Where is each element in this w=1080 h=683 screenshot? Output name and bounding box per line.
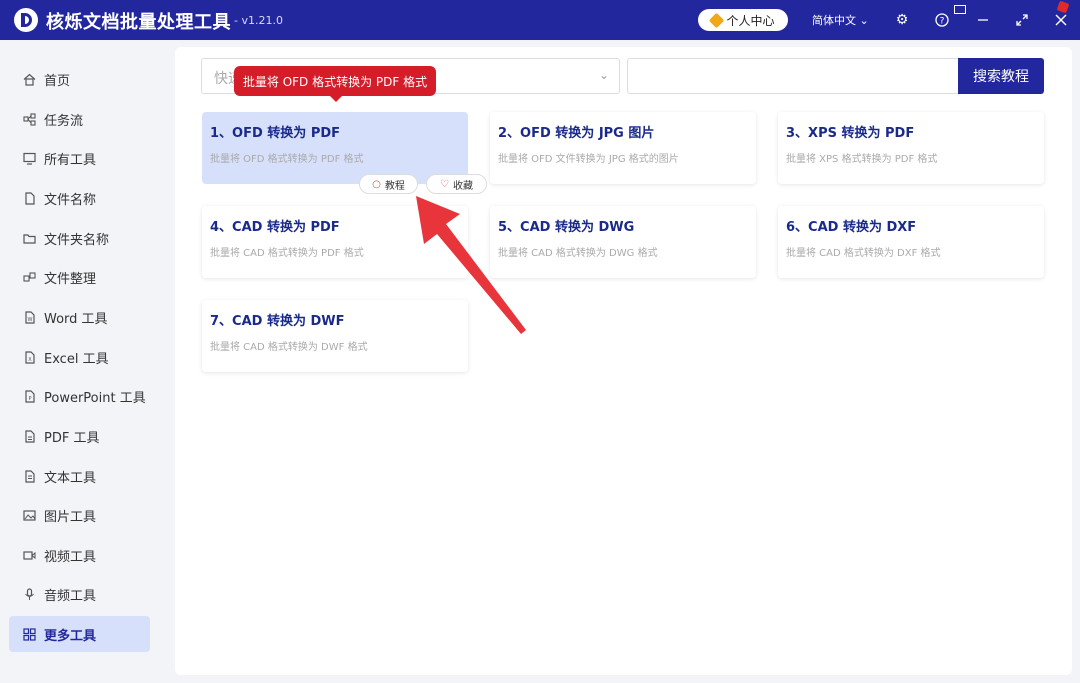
annotation-arrow-icon [416,196,526,334]
